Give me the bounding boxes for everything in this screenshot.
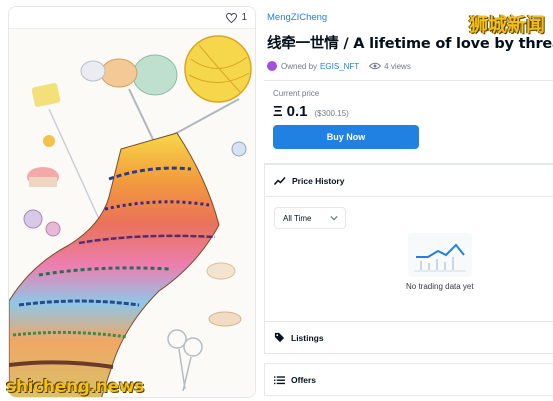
offers-title: Offers <box>291 374 317 385</box>
heart-icon <box>226 12 238 23</box>
artwork-header: 1 <box>9 7 255 29</box>
buy-now-button[interactable]: Buy Now <box>273 125 419 149</box>
listings-header[interactable]: Listings <box>265 322 553 353</box>
owned-by-label: Owned by <box>281 61 318 71</box>
watermark-logo-bottom: shicheng.news <box>6 377 145 397</box>
price-history-panel: Price History All Time No trading data y… <box>264 164 553 322</box>
current-price-label: Current price <box>273 89 320 98</box>
price-panel: Current price Ξ 0.1 ($300.15) Buy Now <box>264 80 553 164</box>
period-value: All Time <box>283 213 312 223</box>
offers-panel[interactable]: Offers <box>264 363 553 396</box>
eth-icon: Ξ <box>273 103 283 120</box>
favorite-button[interactable]: 1 <box>226 12 247 23</box>
chevron-down-icon <box>330 215 338 221</box>
empty-chart-illustration <box>408 233 472 277</box>
price-history-header[interactable]: Price History <box>265 165 553 197</box>
listings-title: Listings <box>291 332 324 343</box>
no-trading-data: No trading data yet <box>406 282 474 291</box>
asset-title: 线牵一世情 / A lifetime of love by thread <box>267 36 553 52</box>
listings-panel[interactable]: Listings <box>264 321 553 354</box>
favorite-count: 1 <box>241 12 247 23</box>
price-value: 0.1 <box>286 103 308 120</box>
owner-link[interactable]: EGIS_NFT <box>320 62 359 71</box>
price-history-title: Price History <box>292 175 345 186</box>
owner-row: Owned by EGIS_NFT 4 views <box>267 61 411 71</box>
collection-link[interactable]: MengZICheng <box>267 12 327 23</box>
owner-avatar <box>267 61 277 71</box>
tag-icon <box>274 332 285 343</box>
trend-line-icon <box>274 176 286 185</box>
views-label: 4 views <box>384 61 411 71</box>
views-count: 4 views <box>369 62 411 71</box>
price-row: Ξ 0.1 ($300.15) <box>273 103 349 120</box>
artwork-image[interactable] <box>9 29 256 398</box>
eye-icon <box>369 62 382 70</box>
list-icon <box>274 375 285 384</box>
offers-header[interactable]: Offers <box>265 364 553 395</box>
price-usd: ($300.15) <box>314 109 349 118</box>
artwork-card[interactable]: 1 <box>8 6 256 398</box>
period-select[interactable]: All Time <box>274 207 346 229</box>
